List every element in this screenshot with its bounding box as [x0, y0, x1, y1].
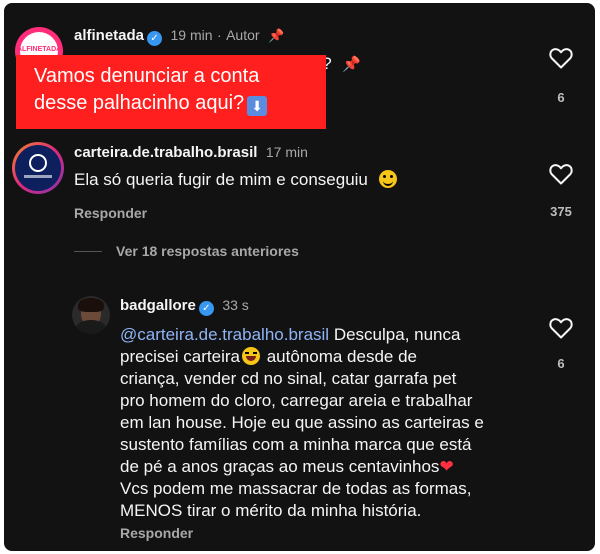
view-replies-button[interactable]: Ver 18 respostas anteriores: [74, 243, 299, 261]
red-overlay-banner: Vamos denunciar a conta desse palhacinho…: [16, 55, 326, 129]
comment-text: Ela só queria fugir de mim e conseguiu: [74, 170, 368, 189]
comment-body: @carteira.de.trabalho.brasil Desculpa, n…: [120, 324, 484, 522]
like-button[interactable]: 6: [539, 317, 583, 371]
author-label: Autor: [226, 27, 260, 43]
comment-line: Vcs podem me massacrar de todas as forma…: [120, 479, 472, 498]
reply-button[interactable]: Responder: [120, 525, 193, 541]
comment-line: pro homem do cloro, carregar areia e tra…: [120, 391, 473, 410]
pushpin-emoji-icon: 📌: [342, 56, 362, 73]
username[interactable]: badgallore: [120, 297, 196, 314]
comment-line: precisei carteira: [120, 347, 240, 366]
avatar-logo-text: ALFINETADA: [17, 46, 62, 53]
heart-icon[interactable]: [549, 163, 573, 185]
comment-line: MENOS tirar o mérito da minha história.: [120, 501, 422, 520]
timestamp: 19 min: [170, 27, 213, 43]
verified-badge-icon: ✓: [198, 301, 214, 316]
like-count: 6: [557, 356, 565, 371]
comment-line: criança, vender cd no sinal, catar garra…: [120, 369, 457, 388]
timestamp: 33 s: [222, 297, 249, 313]
comment-line: sustento famílias com a minha marca que …: [120, 435, 472, 454]
pin-icon: 📌: [268, 28, 285, 43]
username[interactable]: carteira.de.trabalho.brasil: [74, 144, 257, 161]
mention-link[interactable]: @carteira.de.trabalho.brasil: [120, 325, 329, 344]
comment-line: de pé a anos graças ao meus centavinhos: [120, 457, 440, 476]
smiling-face-emoji-icon: [378, 170, 397, 188]
timestamp: 17 min: [265, 144, 308, 160]
like-button[interactable]: 6: [539, 47, 583, 105]
banner-line-1: Vamos denunciar a conta: [34, 65, 260, 87]
comments-panel: ALFINETADA alfinetada ✓ 19 min · Autor 📌 …: [4, 3, 595, 551]
brazil-seal-icon: [29, 154, 47, 172]
reply-button[interactable]: Responder: [74, 205, 147, 221]
replies-divider: [74, 251, 102, 253]
avatar[interactable]: [72, 296, 110, 334]
down-arrow-icon: ⬇: [247, 96, 268, 116]
heart-icon[interactable]: [549, 317, 573, 339]
like-count: 375: [550, 204, 572, 219]
avatar[interactable]: [12, 142, 64, 194]
comment-line: em lan house. Hoje eu que assino as cart…: [120, 413, 484, 432]
comment-line: autônoma desde de: [262, 347, 418, 366]
banner-line-2: desse palhacinho aqui?: [34, 92, 245, 114]
like-count: 6: [557, 90, 565, 105]
red-heart-emoji-icon: ❤: [439, 457, 454, 476]
verified-badge-icon: ✓: [147, 31, 163, 46]
laughing-emoji-icon: [242, 347, 260, 365]
username[interactable]: alfinetada: [74, 27, 144, 44]
comment-line: Desculpa, nunca: [329, 325, 461, 344]
separator: ·: [216, 27, 222, 43]
like-button[interactable]: 375: [539, 163, 583, 219]
view-replies-label[interactable]: Ver 18 respostas anteriores: [116, 243, 299, 259]
heart-icon[interactable]: [549, 47, 573, 69]
